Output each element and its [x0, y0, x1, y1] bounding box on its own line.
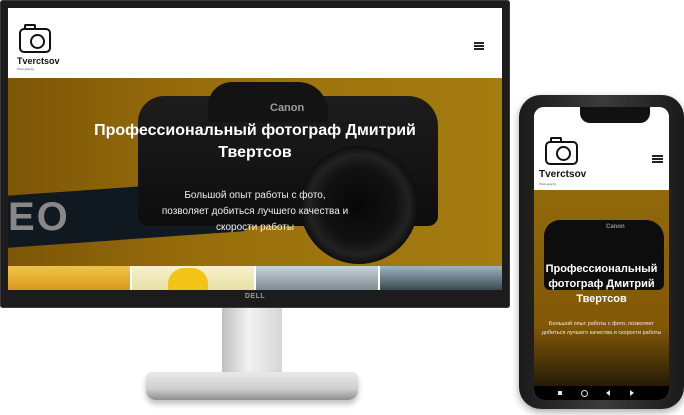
desktop-screen: Tverctsov Photography EO Canon Профессио… — [8, 8, 502, 290]
monitor: Tverctsov Photography EO Canon Профессио… — [0, 0, 510, 308]
hamburger-menu-icon[interactable] — [474, 42, 484, 50]
gallery-photo-3[interactable] — [256, 266, 378, 290]
photo-gallery — [8, 266, 502, 290]
desktop-hero: EO Canon Профессиональный фотограф Дмитр… — [8, 78, 502, 266]
back-icon[interactable] — [604, 389, 612, 397]
camera-icon[interactable] — [545, 137, 578, 165]
gallery-photo-4[interactable] — [380, 266, 502, 290]
monitor-stand-base — [146, 372, 358, 400]
hero-subtitle: Большой опыт работы с фото, позволяет до… — [161, 190, 349, 233]
logo-subtitle: Photography — [17, 67, 35, 71]
logo-name[interactable]: Tverctsov — [17, 56, 60, 66]
logo-name[interactable]: Tverctsov — [539, 169, 586, 180]
recent-apps-icon[interactable] — [556, 389, 564, 397]
logo-subtitle: Photography — [539, 182, 557, 186]
gallery-photo-1[interactable] — [8, 266, 130, 290]
home-icon[interactable] — [580, 389, 588, 397]
hamburger-menu-icon[interactable] — [652, 155, 663, 163]
gallery-photo-2[interactable] — [132, 266, 254, 290]
hero-overlay — [8, 78, 502, 266]
monitor-stand-neck — [222, 308, 282, 378]
menu-icon[interactable] — [628, 389, 636, 397]
phone-notch — [580, 107, 650, 123]
android-nav-bar — [534, 386, 669, 400]
phone-screen: Tverctsov Photography Canon Профессионал… — [534, 107, 669, 400]
toy-figure-image — [168, 268, 208, 290]
desktop-header: Tverctsov Photography — [8, 8, 502, 78]
hero-subtitle: Большой опыт работы с фото, позволяет до… — [541, 321, 662, 336]
mobile-hero: Canon Профессиональный фотограф Дмитрий … — [534, 190, 669, 386]
smartphone: Tverctsov Photography Canon Профессионал… — [519, 95, 684, 409]
hero-title: Профессиональный фотограф Дмитрий Твертс… — [94, 122, 416, 161]
camera-icon[interactable] — [19, 24, 51, 53]
monitor-brand-logo: DELL — [244, 293, 266, 300]
hero-title: Профессиональный фотограф Дмитрий Твертс… — [545, 263, 658, 305]
